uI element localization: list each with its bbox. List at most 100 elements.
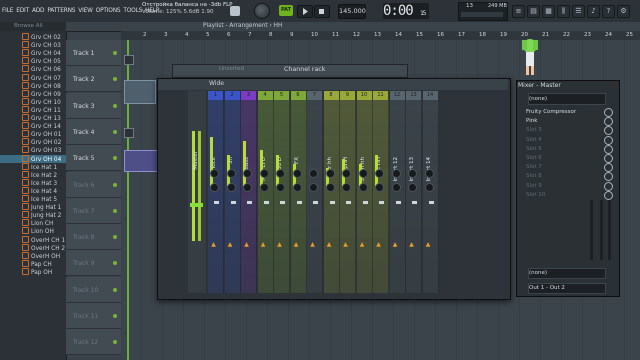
browser-item[interactable]: Grv CH 03 [0, 41, 66, 49]
browser-item[interactable]: Grv CH 08 [0, 81, 66, 90]
stereo-knob[interactable] [358, 183, 368, 192]
stereo-knob[interactable] [391, 183, 401, 192]
channel-rack-icon[interactable]: ▦ [542, 5, 555, 18]
effect-slot[interactable]: Slot 5 [518, 144, 616, 154]
browser-item[interactable]: Grv CH 06 [0, 65, 66, 73]
route-arrow-icon[interactable]: ▲ [326, 241, 333, 248]
browser-item[interactable]: Grv CH 09 [0, 89, 66, 98]
route-arrow-icon[interactable]: ▲ [293, 241, 300, 248]
piano-roll-icon[interactable]: ▤ [527, 5, 540, 18]
volume-fader[interactable] [346, 201, 351, 204]
browser-icon[interactable]: ☰ [572, 5, 585, 18]
route-arrow-icon[interactable]: ▲ [276, 241, 283, 248]
stereo-knob[interactable] [210, 183, 219, 192]
menu-item-patterns[interactable]: PATTERNS [47, 6, 75, 14]
eq-band-3[interactable] [608, 200, 611, 260]
track-mute-led[interactable] [113, 208, 117, 213]
input-select[interactable]: (none) [528, 93, 606, 105]
mixer-icon[interactable]: ⫼ [557, 5, 570, 18]
effect-slot[interactable]: Slot 7 [518, 163, 616, 173]
mixer-strip[interactable]: 9 OpHH ▲ [340, 91, 356, 293]
track-mute-led[interactable] [113, 51, 117, 55]
track-header[interactable]: Track 7 [66, 197, 121, 224]
pan-knob[interactable] [226, 169, 236, 178]
menu-item-view[interactable]: VIEW [78, 6, 93, 14]
mixer-strip[interactable]: 5 Mod D ▲ [274, 91, 290, 293]
stereo-knob[interactable] [342, 183, 351, 192]
pan-knob[interactable] [391, 169, 401, 178]
slot-enable-toggle[interactable] [604, 108, 613, 117]
mixer-strip[interactable]: 3 Bass ▲ [241, 91, 257, 293]
browser-item[interactable]: OverH OH [0, 251, 66, 260]
track-mute-led[interactable] [113, 156, 117, 161]
mixer-strip[interactable]: 13Insert 13▲ [406, 91, 422, 293]
menu-item-file[interactable]: FILE [2, 6, 13, 14]
browser-item[interactable]: Ice Hat 5 [0, 195, 66, 203]
pattern-song-led[interactable] [230, 6, 240, 16]
volume-fader[interactable] [263, 201, 269, 204]
browser-item[interactable]: Jung Hat 1 [0, 203, 66, 211]
menu-item-tools[interactable]: TOOLS [123, 6, 142, 14]
browser-item[interactable]: OverH CH 1 [0, 235, 66, 244]
volume-fader[interactable] [428, 201, 434, 204]
track-mute-led[interactable] [113, 340, 117, 345]
track-header[interactable]: Track 6 [66, 171, 121, 198]
route-arrow-icon[interactable]: ▲ [210, 241, 217, 248]
effect-slot[interactable]: Slot 9 [518, 181, 616, 191]
effect-slot[interactable]: Slot 4 [518, 135, 616, 145]
track-header[interactable]: Track 4 [66, 118, 121, 145]
slot-enable-toggle[interactable] [604, 163, 613, 173]
slot-enable-toggle[interactable] [604, 172, 613, 182]
browser-item[interactable]: Grv OH 03 [0, 146, 66, 154]
track-header[interactable]: Track 12 [66, 329, 121, 356]
slot-enable-toggle[interactable] [604, 135, 613, 145]
volume-fader[interactable] [379, 201, 384, 204]
mixer-strip[interactable]: 2 Sn ▲ [224, 91, 241, 293]
pattern-clip[interactable] [124, 80, 156, 104]
browser-item[interactable]: Grv CH 04 [0, 49, 66, 57]
eq-band-2[interactable] [600, 200, 603, 260]
route-arrow-icon[interactable]: ▲ [342, 241, 349, 248]
sidechain-select[interactable]: (none) [528, 268, 606, 279]
effect-slot[interactable]: Slot 8 [518, 172, 616, 182]
stereo-knob[interactable] [226, 183, 236, 192]
effect-slot[interactable]: Fruity Compressor [518, 108, 616, 117]
stereo-knob[interactable] [325, 183, 335, 192]
pan-knob[interactable] [375, 169, 384, 178]
volume-fader[interactable] [280, 201, 285, 204]
slot-enable-toggle[interactable] [604, 181, 613, 191]
browser-item[interactable]: Jung Hat 2 [0, 211, 66, 219]
track-mute-led[interactable] [113, 287, 117, 292]
mixer-strip[interactable]: 1 Kick ▲ [208, 91, 224, 293]
track-mute-led[interactable] [113, 314, 117, 318]
browser-item[interactable]: Ice Hat 1 [0, 162, 66, 171]
master-fader[interactable] [190, 203, 203, 207]
route-arrow-icon[interactable]: ▲ [375, 241, 382, 248]
slot-enable-toggle[interactable] [604, 190, 613, 200]
browser-item[interactable]: Grv CH 07 [0, 73, 66, 82]
mixer-strip[interactable]: 7 ▲ [307, 91, 323, 293]
pan-knob[interactable] [424, 169, 434, 178]
browser-item[interactable]: Grv CH 10 [0, 97, 66, 106]
route-arrow-icon[interactable]: ▲ [227, 241, 234, 248]
help-icon[interactable]: ? [602, 5, 615, 18]
track-mute-led[interactable] [113, 235, 117, 240]
browser-item[interactable]: Grv CH 13 [0, 114, 66, 122]
stereo-knob[interactable] [408, 183, 417, 192]
stereo-knob[interactable] [243, 183, 252, 192]
route-arrow-icon[interactable]: ▲ [425, 241, 432, 248]
route-arrow-icon[interactable]: ▲ [359, 241, 366, 248]
track-header[interactable]: Track 2 [66, 66, 121, 93]
pan-knob[interactable] [210, 169, 219, 178]
mixer-strip[interactable]: 4Mod LFO▲ [257, 91, 274, 293]
slot-enable-toggle[interactable] [604, 126, 613, 136]
mixer-master-strip[interactable]: Master [188, 91, 206, 293]
effect-slot[interactable]: Slot 3 [518, 126, 616, 136]
route-arrow-icon[interactable]: ▲ [408, 241, 415, 248]
stereo-knob[interactable] [309, 183, 318, 192]
pat-song-toggle-button[interactable]: PAT [279, 5, 293, 16]
browser-item[interactable]: Pap CH [0, 259, 66, 268]
stop-button[interactable] [314, 5, 330, 18]
effect-slot[interactable]: Pink [518, 117, 616, 127]
track-header[interactable]: Track 8 [66, 224, 121, 251]
